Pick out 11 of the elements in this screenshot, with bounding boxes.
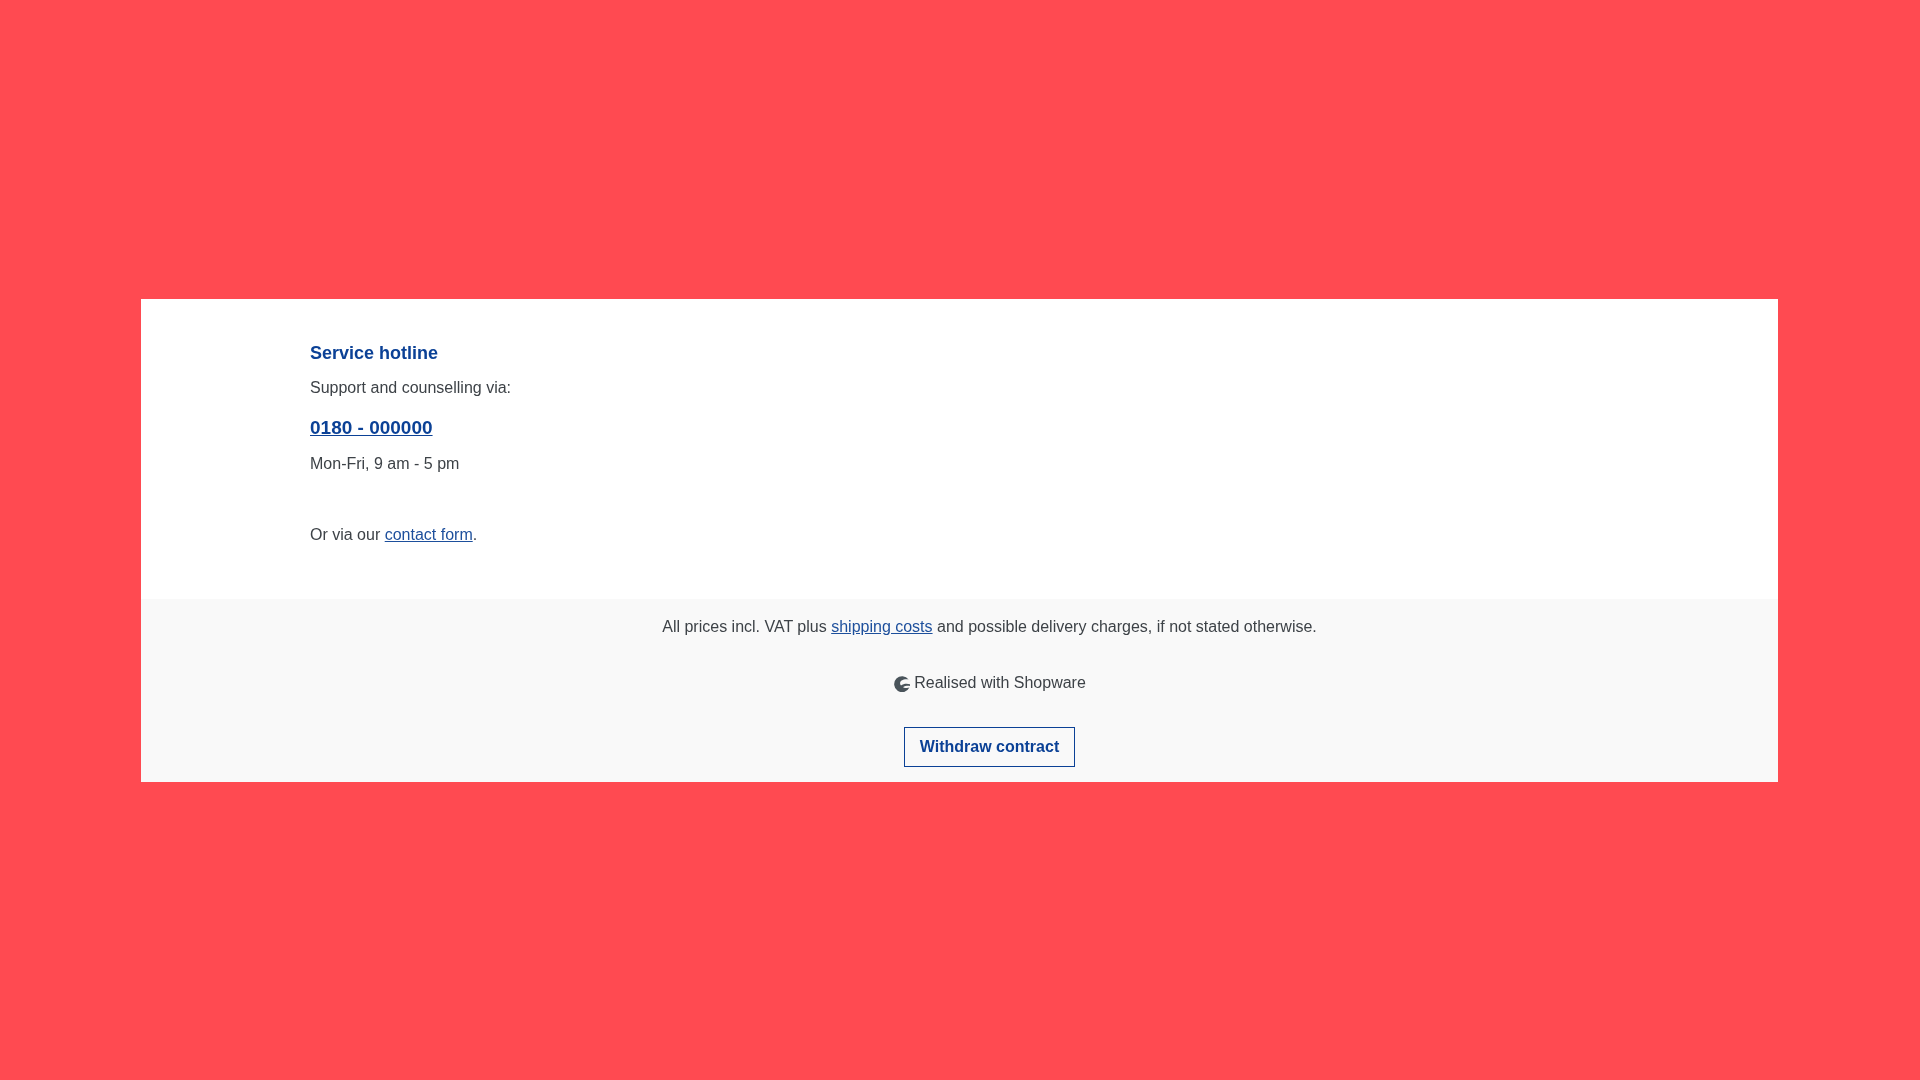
section-heading: Service hotline (310, 342, 439, 365)
support-text: Support and counselling via: (310, 378, 512, 398)
vat-notice: All prices incl. VAT plus shipping costs and possible delivery charges, if not stated otherwise. (662, 617, 1317, 637)
withdraw-button[interactable]: Withdraw contract (903, 727, 1076, 767)
shipping-costs-link[interactable]: shipping costs (831, 618, 933, 635)
contact-note: Or via our contact form. (310, 525, 478, 545)
contact-form-link[interactable]: contact form (384, 526, 473, 543)
logo-icon (893, 676, 911, 692)
opening-hours-text: Mon-Fri, 9 am - 5 pm (310, 454, 460, 474)
credit-text: Realised with Shopware (914, 673, 1086, 693)
phone-link[interactable]: 0180 - 000000 (310, 417, 433, 438)
